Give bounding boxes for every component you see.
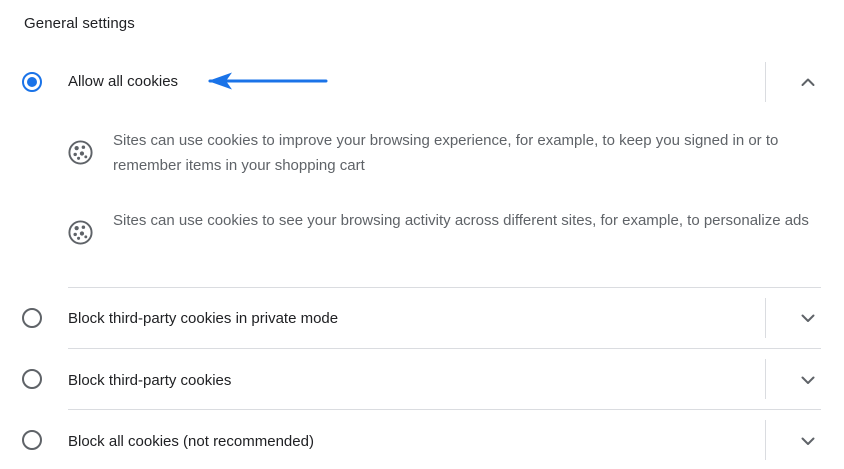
option-label-block-third-party[interactable]: Block third-party cookies	[68, 372, 231, 389]
option-label-block-third-party-private[interactable]: Block third-party cookies in private mod…	[68, 310, 338, 327]
horizontal-divider	[68, 348, 821, 349]
vertical-divider	[765, 420, 766, 460]
chevron-down-icon[interactable]	[796, 306, 820, 330]
chevron-up-icon[interactable]	[796, 70, 820, 94]
horizontal-divider	[68, 409, 821, 410]
radio-allow-all-cookies[interactable]	[22, 72, 42, 92]
section-title: General settings	[24, 15, 135, 32]
radio-block-all-cookies[interactable]	[22, 430, 42, 450]
vertical-divider	[765, 359, 766, 399]
option-label-allow-all-cookies[interactable]: Allow all cookies	[68, 73, 178, 90]
cookie-icon	[68, 140, 93, 165]
radio-block-third-party-private[interactable]	[22, 308, 42, 328]
option-label-block-all-cookies[interactable]: Block all cookies (not recommended)	[68, 433, 314, 450]
chevron-down-icon[interactable]	[796, 368, 820, 392]
annotation-arrow-icon	[208, 72, 328, 90]
vertical-divider	[765, 62, 766, 102]
horizontal-divider	[68, 287, 821, 288]
detail-text: Sites can use cookies to see your browsi…	[113, 212, 809, 229]
detail-text: Sites can use cookies to improve your br…	[113, 132, 779, 174]
radio-block-third-party[interactable]	[22, 369, 42, 389]
cookie-icon	[68, 220, 93, 245]
chevron-down-icon[interactable]	[796, 429, 820, 453]
vertical-divider	[765, 298, 766, 338]
